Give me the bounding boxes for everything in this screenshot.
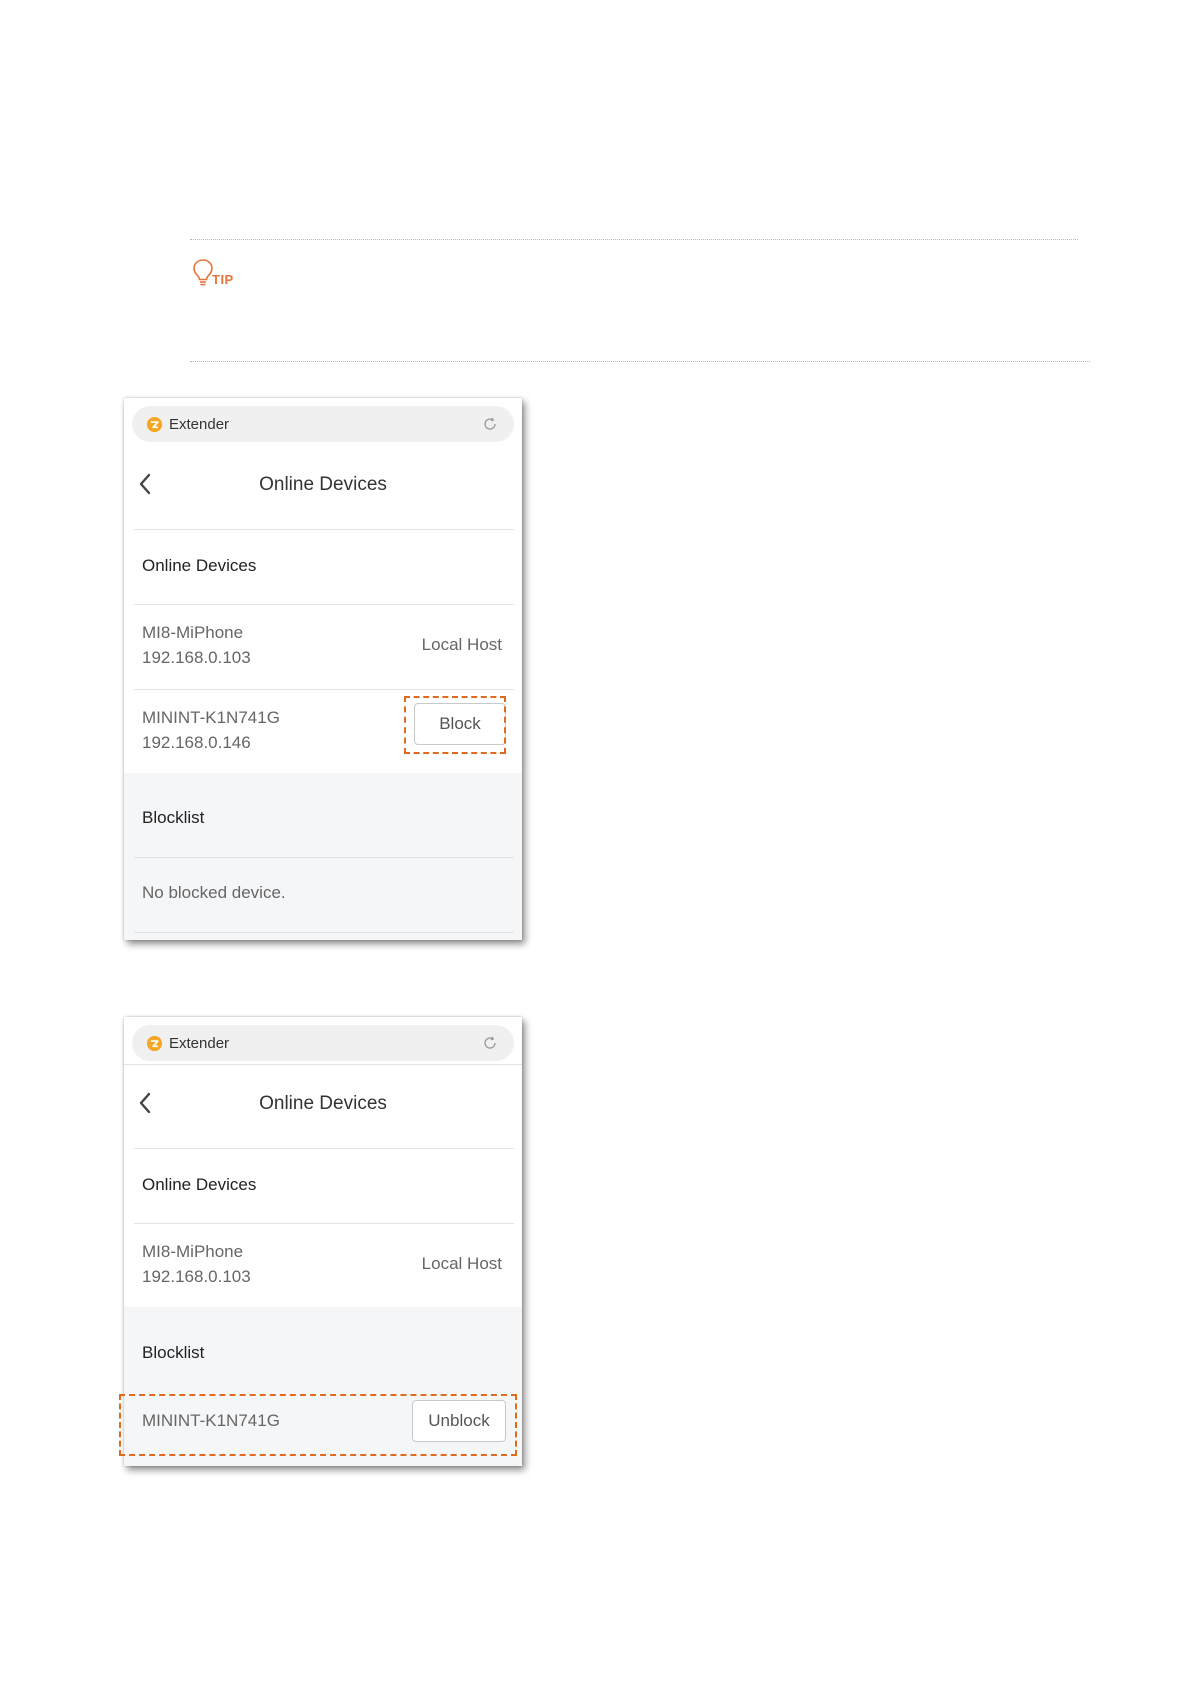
online-devices-heading: Online Devices	[142, 1175, 257, 1194]
refresh-icon[interactable]	[482, 416, 498, 432]
extender-logo-icon	[146, 1035, 163, 1052]
extender-logo-icon	[146, 416, 163, 433]
local-host-label: Local Host	[421, 635, 502, 654]
tip-badge: TIP	[192, 258, 252, 292]
divider	[134, 604, 514, 605]
no-blocked-device-text: No blocked device.	[142, 883, 286, 902]
highlight-box	[119, 1394, 517, 1456]
page-title: Online Devices	[259, 474, 387, 495]
divider	[134, 857, 514, 858]
navigation-bar: Online Devices	[124, 1065, 522, 1143]
device-name: MI8-MiPhone	[142, 623, 244, 642]
online-devices-heading: Online Devices	[142, 556, 257, 575]
page-title: Online Devices	[259, 1093, 387, 1114]
blocklist-heading: Blocklist	[142, 808, 205, 827]
blocklist-heading: Blocklist	[142, 1343, 205, 1362]
tip-bottom-divider	[190, 361, 1090, 362]
device-ip: 192.168.0.103	[142, 1267, 251, 1286]
lightbulb-icon	[193, 259, 213, 286]
device-name: MININT-K1N741G	[142, 708, 280, 727]
divider	[134, 529, 514, 530]
divider	[134, 1148, 514, 1149]
browser-address-bar: Extender	[132, 406, 514, 442]
local-host-label: Local Host	[421, 1254, 502, 1273]
navigation-bar: Online Devices	[124, 446, 522, 524]
divider	[134, 1223, 514, 1224]
tip-label: TIP	[212, 272, 234, 287]
highlight-box	[404, 696, 506, 754]
browser-address-bar: Extender	[132, 1025, 514, 1061]
divider	[134, 932, 514, 933]
refresh-icon[interactable]	[482, 1035, 498, 1051]
phone-screen-block: Extender Online Devices Online Devices M…	[124, 398, 522, 940]
app-title: Extender	[169, 1035, 230, 1052]
tip-top-divider	[190, 239, 1078, 240]
device-ip: 192.168.0.103	[142, 648, 251, 667]
divider	[134, 689, 514, 690]
device-ip: 192.168.0.146	[142, 733, 251, 752]
app-title: Extender	[169, 416, 230, 433]
device-name: MI8-MiPhone	[142, 1242, 244, 1261]
